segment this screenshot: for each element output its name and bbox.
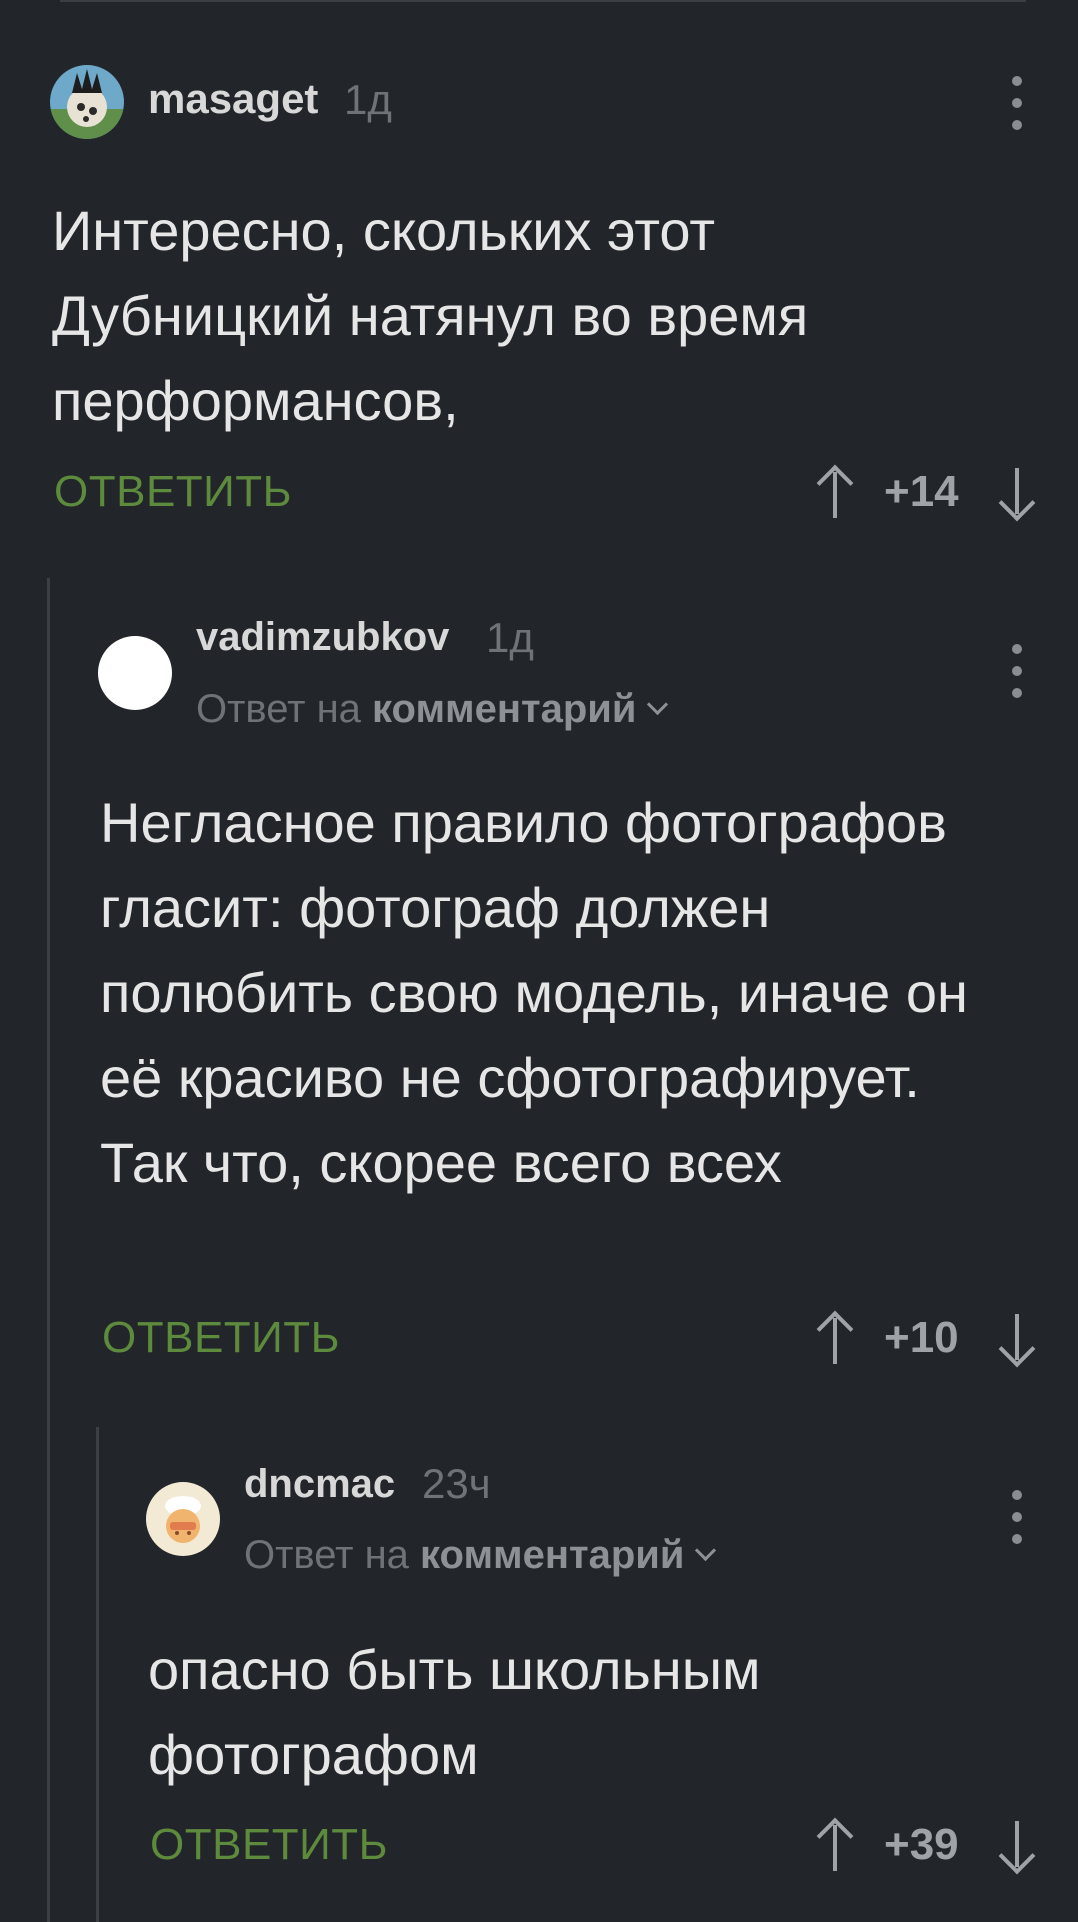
avatar[interactable] (50, 65, 124, 139)
comment-text: опасно быть школьным фотографом (148, 1638, 761, 1786)
arrow-up-icon[interactable] (816, 1310, 856, 1366)
comment-score: +10 (884, 1313, 959, 1362)
comment-time: 1д (486, 614, 534, 661)
comment-text: Интересно, скольких этот Дубницкий натян… (52, 199, 809, 432)
reply-to-target: комментарий (372, 687, 637, 731)
comment-time: 1д (344, 76, 392, 123)
reply-button[interactable]: ОТВЕТИТЬ (102, 1313, 340, 1363)
arrow-up-icon[interactable] (816, 1817, 856, 1873)
thread-line-level-1[interactable] (47, 578, 50, 1922)
reply-to-link[interactable]: Ответ на комментарий (244, 1533, 717, 1578)
reply-to-target: комментарий (420, 1533, 685, 1577)
comment-score: +14 (884, 467, 959, 516)
avatar[interactable] (98, 636, 172, 710)
more-vertical-icon[interactable] (998, 636, 1038, 706)
divider (60, 0, 1026, 2)
arrow-down-icon[interactable] (998, 1819, 1038, 1875)
reply-button[interactable]: ОТВЕТИТЬ (150, 1820, 388, 1870)
arrow-down-icon[interactable] (998, 466, 1038, 522)
reply-to-prefix: Ответ на (196, 687, 361, 731)
more-vertical-icon[interactable] (998, 68, 1038, 138)
comment-time: 23ч (422, 1460, 491, 1507)
reply-to-prefix: Ответ на (244, 1533, 409, 1577)
avatar-image (146, 1482, 220, 1556)
arrow-down-icon[interactable] (998, 1312, 1038, 1368)
chevron-down-icon[interactable] (695, 1539, 717, 1562)
avatar-image (50, 65, 124, 139)
more-vertical-icon[interactable] (998, 1482, 1038, 1552)
thread-line-level-2[interactable] (96, 1427, 99, 1922)
arrow-up-icon[interactable] (816, 464, 856, 520)
comment-text: Негласное правило фотографов гласит: фот… (100, 791, 968, 1194)
comment-author[interactable]: masaget (148, 75, 318, 123)
comment-author[interactable]: vadimzubkov (196, 615, 449, 660)
reply-to-link[interactable]: Ответ на комментарий (196, 687, 669, 732)
comment-author[interactable]: dncmac (244, 1462, 395, 1507)
chevron-down-icon[interactable] (647, 693, 669, 716)
reply-button[interactable]: ОТВЕТИТЬ (54, 467, 292, 517)
avatar[interactable] (146, 1482, 220, 1556)
comment-score: +39 (884, 1820, 959, 1869)
